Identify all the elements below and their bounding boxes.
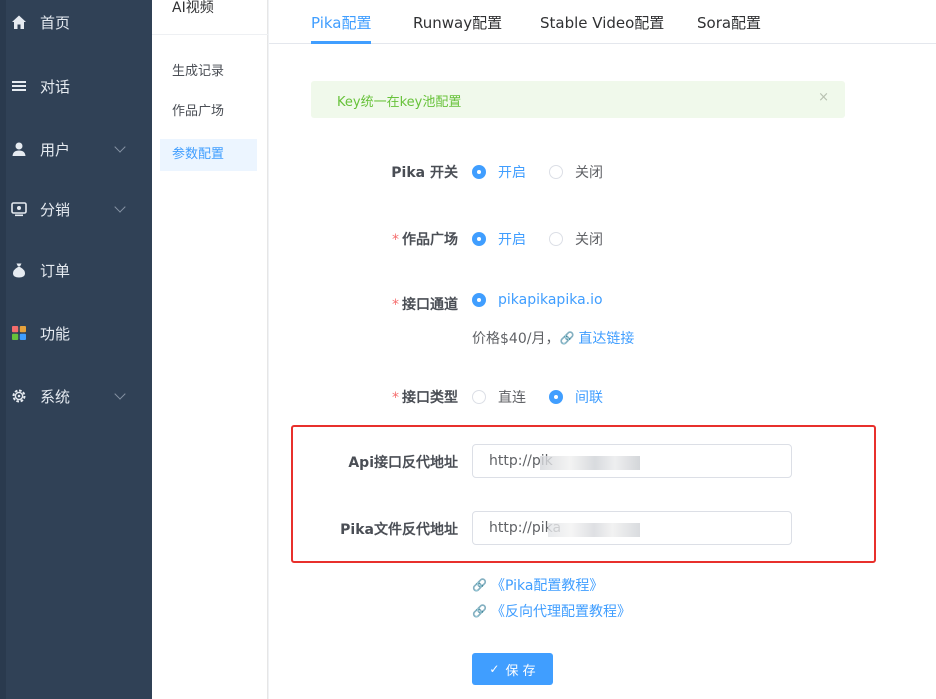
sidebar-item-label: 系统 bbox=[40, 387, 71, 406]
gallery-off-radio[interactable]: 关闭 bbox=[549, 229, 603, 249]
required-mark: * bbox=[392, 390, 399, 406]
save-button[interactable]: ✓ 保 存 bbox=[472, 653, 553, 685]
sidebar-item-chat[interactable]: 对话 bbox=[0, 66, 152, 106]
menu-icon bbox=[10, 77, 28, 95]
proxy-tutorial-text: 《反向代理配置教程》 bbox=[490, 604, 631, 620]
check-icon: ✓ bbox=[489, 662, 500, 676]
distribution-icon bbox=[10, 200, 28, 218]
radio-label: 开启 bbox=[498, 232, 526, 248]
sidebar-item-system[interactable]: 系统 bbox=[0, 376, 152, 416]
sidebar-item-label: 首页 bbox=[40, 13, 71, 32]
api-type-label: * 接口类型 bbox=[392, 387, 458, 407]
user-icon bbox=[10, 140, 28, 158]
channel-hint: 价格$40/月， 🔗 直达链接 bbox=[472, 328, 634, 348]
submenu: AI视频 生成记录 作品广场 参数配置 bbox=[152, 0, 268, 699]
required-mark: * bbox=[392, 297, 399, 313]
tab-sora[interactable]: Sora配置 bbox=[697, 12, 761, 33]
pika-tutorial-text: 《Pika配置教程》 bbox=[490, 578, 604, 594]
apps-icon bbox=[10, 324, 28, 342]
sidebar-item-label: 用户 bbox=[40, 140, 71, 159]
gallery-label-text: 作品广场 bbox=[402, 232, 458, 248]
sidebar-item-features[interactable]: 功能 bbox=[0, 313, 152, 353]
submenu-item-settings[interactable]: 参数配置 bbox=[160, 139, 257, 171]
radio-label: 直连 bbox=[498, 390, 526, 406]
chevron-down-icon bbox=[114, 201, 126, 213]
sidebar-item-label: 订单 bbox=[40, 261, 71, 280]
radio-dot bbox=[472, 293, 486, 307]
radio-dot bbox=[472, 232, 486, 246]
required-mark: * bbox=[392, 232, 399, 248]
gear-icon bbox=[10, 387, 28, 405]
radio-dot bbox=[549, 165, 563, 179]
submenu-title: AI视频 bbox=[172, 0, 214, 16]
radio-dot bbox=[549, 390, 563, 404]
sidebar-item-distribution[interactable]: 分销 bbox=[0, 189, 152, 229]
tab-pika[interactable]: Pika配置 bbox=[311, 12, 372, 33]
tab-runway[interactable]: Runway配置 bbox=[413, 12, 502, 33]
pika-switch-label: Pika 开关 bbox=[391, 162, 458, 182]
radio-dot bbox=[549, 232, 563, 246]
chevron-down-icon bbox=[114, 141, 126, 153]
channel-label-text: 接口通道 bbox=[402, 297, 458, 313]
api-type-label-text: 接口类型 bbox=[402, 390, 458, 406]
sidebar-item-home[interactable]: 首页 bbox=[0, 2, 152, 42]
radio-label: 间联 bbox=[575, 390, 603, 406]
radio-dot bbox=[472, 165, 486, 179]
link-icon: 🔗 bbox=[472, 578, 487, 592]
submenu-item-records[interactable]: 生成记录 bbox=[160, 56, 257, 88]
sidebar-item-label: 功能 bbox=[40, 324, 71, 343]
pika-switch-on-radio[interactable]: 开启 bbox=[472, 162, 526, 182]
channel-label: * 接口通道 bbox=[392, 294, 458, 314]
radio-label: pikapikapika.io bbox=[498, 292, 603, 308]
info-alert: Key统一在key池配置 × bbox=[311, 81, 845, 118]
sidebar-item-user[interactable]: 用户 bbox=[0, 129, 152, 169]
api-type-direct-radio[interactable]: 直连 bbox=[472, 387, 526, 407]
home-icon bbox=[10, 13, 28, 31]
money-bag-icon bbox=[10, 261, 28, 279]
sidebar-item-orders[interactable]: 订单 bbox=[0, 250, 152, 290]
chevron-down-icon bbox=[114, 388, 126, 400]
radio-label: 关闭 bbox=[575, 232, 603, 248]
sidebar: 首页 对话 用户 分销 订单 功能 系统 bbox=[0, 0, 152, 699]
api-type-indirect-radio[interactable]: 间联 bbox=[549, 387, 603, 407]
direct-link[interactable]: 🔗 直达链接 bbox=[559, 328, 634, 348]
radio-label: 开启 bbox=[498, 165, 526, 181]
tab-bar: Pika配置 Runway配置 Stable Video配置 Sora配置 bbox=[269, 0, 936, 44]
submenu-item-gallery[interactable]: 作品广场 bbox=[160, 96, 257, 128]
tab-stable-video[interactable]: Stable Video配置 bbox=[540, 12, 664, 33]
close-icon[interactable]: × bbox=[818, 90, 829, 105]
gallery-label: * 作品广场 bbox=[392, 229, 458, 249]
main-panel: Pika配置 Runway配置 Stable Video配置 Sora配置 Ke… bbox=[269, 0, 936, 699]
link-icon: 🔗 bbox=[559, 331, 575, 345]
sidebar-item-label: 对话 bbox=[40, 77, 71, 96]
proxy-tutorial-link[interactable]: 🔗 《反向代理配置教程》 bbox=[472, 601, 631, 621]
pika-switch-label-text: Pika 开关 bbox=[391, 165, 458, 181]
gallery-on-radio[interactable]: 开启 bbox=[472, 229, 526, 249]
radio-label: 关闭 bbox=[575, 165, 603, 181]
save-label: 保 存 bbox=[505, 663, 536, 679]
channel-pika-radio[interactable]: pikapikapika.io bbox=[472, 292, 603, 308]
pika-tutorial-link[interactable]: 🔗 《Pika配置教程》 bbox=[472, 575, 603, 595]
link-icon: 🔗 bbox=[472, 604, 487, 618]
active-tab-indicator bbox=[311, 41, 371, 44]
direct-link-text: 直达链接 bbox=[578, 331, 635, 347]
alert-text: Key统一在key池配置 bbox=[337, 95, 462, 110]
sidebar-item-label: 分销 bbox=[40, 200, 71, 219]
radio-dot bbox=[472, 390, 486, 404]
highlight-annotation-box bbox=[291, 425, 876, 563]
pika-switch-off-radio[interactable]: 关闭 bbox=[549, 162, 603, 182]
submenu-divider bbox=[152, 34, 268, 35]
price-text: 价格$40/月， bbox=[472, 331, 560, 347]
